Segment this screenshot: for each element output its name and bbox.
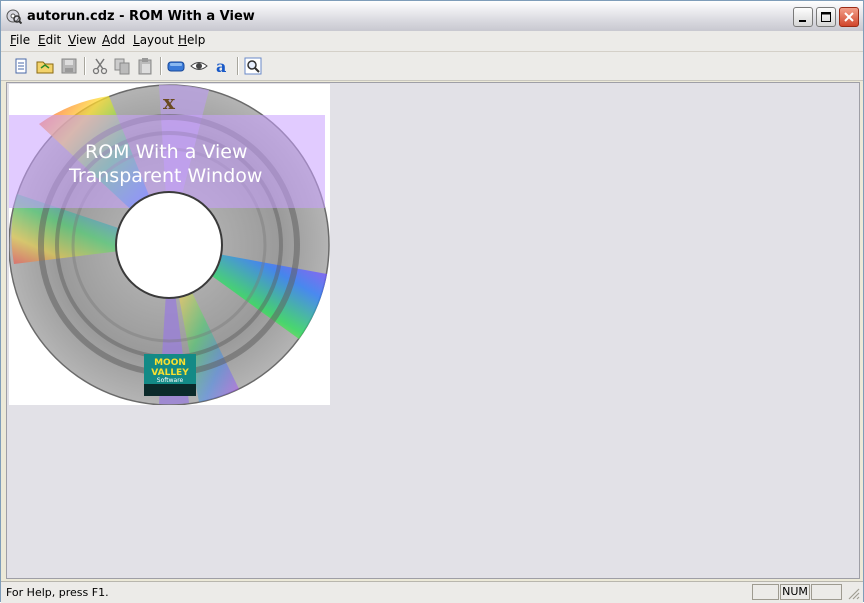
button-shape-icon[interactable] [167, 57, 185, 75]
paste-icon[interactable] [136, 57, 154, 75]
status-panel-scroll [811, 584, 842, 600]
menu-edit[interactable]: Edit [38, 33, 61, 47]
cd-disc-graphic: MOON VALLEY Software x [8, 84, 330, 406]
status-help-text: For Help, press F1. [6, 586, 109, 599]
close-icon [844, 12, 854, 22]
logo-text-software: Software [157, 377, 184, 384]
title-bar[interactable]: autorun.cdz - ROM With a View [1, 1, 863, 32]
toolbar-separator [84, 57, 86, 75]
save-icon[interactable] [60, 57, 78, 75]
banner-line-1: ROM With a View [85, 141, 248, 163]
toolbar-separator [160, 57, 162, 75]
toolbar: a [1, 52, 863, 81]
cut-icon[interactable] [91, 57, 109, 75]
minimize-button[interactable] [793, 7, 813, 27]
cd-close-x-icon[interactable]: x [163, 90, 176, 114]
menu-add[interactable]: Add [102, 33, 125, 47]
svg-text:a: a [216, 57, 226, 75]
status-bar: For Help, press F1. NUM [1, 581, 863, 603]
menu-file[interactable]: File [10, 33, 30, 47]
zoom-icon[interactable] [244, 57, 262, 75]
status-panel-caps [752, 584, 779, 600]
close-window-button[interactable] [839, 7, 859, 27]
minimize-icon [799, 20, 806, 22]
maximize-button[interactable] [816, 7, 836, 27]
toolbar-separator [237, 57, 239, 75]
resize-grip-icon[interactable] [847, 587, 860, 600]
window-title: autorun.cdz - ROM With a View [27, 9, 255, 24]
menu-view[interactable]: View [68, 33, 96, 47]
menu-help[interactable]: Help [178, 33, 205, 47]
cd-preview[interactable]: MOON VALLEY Software x ROM With a View T… [8, 84, 330, 406]
copy-icon[interactable] [113, 57, 131, 75]
maximize-icon [821, 12, 831, 22]
new-icon[interactable] [12, 57, 30, 75]
menu-bar: File Edit View Add Layout Help [1, 31, 863, 52]
menu-layout[interactable]: Layout [133, 33, 174, 47]
open-icon[interactable] [36, 57, 54, 75]
banner-line-2: Transparent Window [69, 165, 263, 187]
app-cd-icon [6, 9, 22, 24]
text-icon[interactable]: a [213, 57, 231, 75]
banner-title: ROM With a View Transparent Window [69, 140, 269, 188]
app-window: autorun.cdz - ROM With a View File Edit … [0, 0, 864, 603]
eye-icon[interactable] [190, 57, 208, 75]
logo-text-moon: MOON [154, 358, 186, 368]
status-panel-num: NUM [780, 584, 810, 600]
design-canvas[interactable]: MOON VALLEY Software x ROM With a View T… [6, 82, 860, 579]
